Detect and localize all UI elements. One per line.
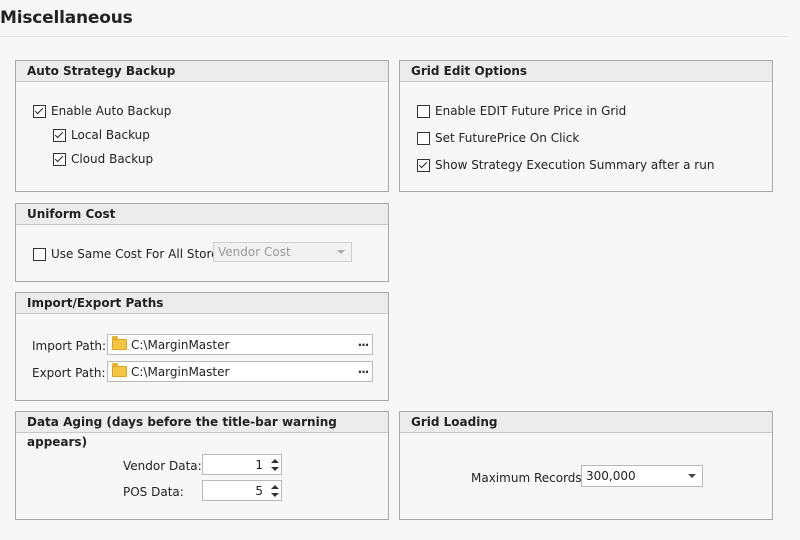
future-price-click-checkbox[interactable]: Set FuturePrice On Click: [417, 131, 579, 145]
export-path-label: Export Path:: [32, 366, 106, 380]
export-path-value: C:\MarginMaster: [131, 364, 230, 379]
paths-group: Import/Export Paths Import Path: C:\Marg…: [15, 292, 389, 401]
folder-icon: [112, 363, 127, 377]
show-summary-checkbox[interactable]: Show Strategy Execution Summary after a …: [417, 158, 714, 172]
edit-future-price-label: Enable EDIT Future Price in Grid: [435, 104, 627, 118]
max-records-select[interactable]: 300,000: [581, 465, 703, 487]
spin-down-icon[interactable]: [271, 466, 279, 471]
vendor-data-value: 1: [255, 457, 263, 472]
stepper-buttons[interactable]: [269, 481, 281, 500]
grid-loading-header: Grid Loading: [400, 412, 772, 433]
vendor-data-label: Vendor Data:: [123, 459, 202, 473]
paths-header: Import/Export Paths: [16, 293, 388, 314]
import-path-input[interactable]: C:\MarginMaster ···: [107, 334, 373, 355]
future-price-click-label: Set FuturePrice On Click: [435, 131, 580, 145]
stepper-buttons[interactable]: [269, 455, 281, 474]
cost-type-select[interactable]: Vendor Cost: [213, 242, 352, 262]
same-cost-label: Use Same Cost For All Stores: [51, 247, 225, 261]
title-divider: [0, 36, 788, 37]
grid-loading-group: Grid Loading Maximum Records: 300,000: [399, 411, 773, 520]
grid-edit-header: Grid Edit Options: [400, 61, 772, 82]
show-summary-label: Show Strategy Execution Summary after a …: [435, 158, 715, 172]
pos-data-label: POS Data:: [123, 485, 184, 499]
enable-auto-backup-checkbox[interactable]: Enable Auto Backup: [33, 104, 171, 118]
local-backup-checkbox[interactable]: Local Backup: [53, 128, 150, 142]
export-path-input[interactable]: C:\MarginMaster ···: [107, 361, 373, 382]
checkbox-box[interactable]: [417, 158, 430, 172]
checkbox-box[interactable]: [33, 247, 46, 261]
enable-auto-backup-label: Enable Auto Backup: [51, 104, 172, 118]
pos-data-value: 5: [255, 483, 263, 498]
max-records-label: Maximum Records:: [471, 471, 586, 485]
same-cost-checkbox[interactable]: Use Same Cost For All Stores: [33, 247, 225, 261]
uniform-cost-header: Uniform Cost: [16, 204, 388, 225]
vendor-data-stepper[interactable]: 1: [202, 454, 282, 475]
cost-type-value: Vendor Cost: [218, 245, 291, 259]
spin-down-icon[interactable]: [271, 492, 279, 497]
folder-icon: [112, 336, 127, 350]
ellipsis-icon[interactable]: ···: [354, 338, 372, 352]
max-records-value: 300,000: [586, 469, 636, 483]
cloud-backup-label: Cloud Backup: [71, 152, 154, 166]
auto-backup-group: Auto Strategy Backup Enable Auto Backup …: [15, 60, 389, 192]
checkbox-box[interactable]: [53, 128, 66, 142]
local-backup-label: Local Backup: [71, 128, 150, 142]
import-path-value: C:\MarginMaster: [131, 337, 230, 352]
checkbox-box[interactable]: [33, 104, 46, 118]
edit-future-price-checkbox[interactable]: Enable EDIT Future Price in Grid: [417, 104, 626, 118]
page-title: Miscellaneous: [0, 8, 133, 28]
uniform-cost-group: Uniform Cost Use Same Cost For All Store…: [15, 203, 389, 282]
spin-up-icon[interactable]: [271, 484, 279, 489]
data-aging-group: Data Aging (days before the title-bar wa…: [15, 411, 389, 520]
import-path-label: Import Path:: [32, 339, 107, 353]
grid-edit-group: Grid Edit Options Enable EDIT Future Pri…: [399, 60, 773, 192]
chevron-down-icon: [337, 250, 345, 254]
ellipsis-icon[interactable]: ···: [354, 365, 372, 379]
chevron-down-icon: [688, 474, 696, 478]
pos-data-stepper[interactable]: 5: [202, 480, 282, 501]
spin-up-icon[interactable]: [271, 458, 279, 463]
data-aging-header: Data Aging (days before the title-bar wa…: [16, 412, 388, 449]
auto-backup-header: Auto Strategy Backup: [16, 61, 388, 82]
checkbox-box[interactable]: [53, 152, 66, 166]
checkbox-box[interactable]: [417, 104, 430, 118]
checkbox-box[interactable]: [417, 131, 430, 145]
cloud-backup-checkbox[interactable]: Cloud Backup: [53, 152, 153, 166]
